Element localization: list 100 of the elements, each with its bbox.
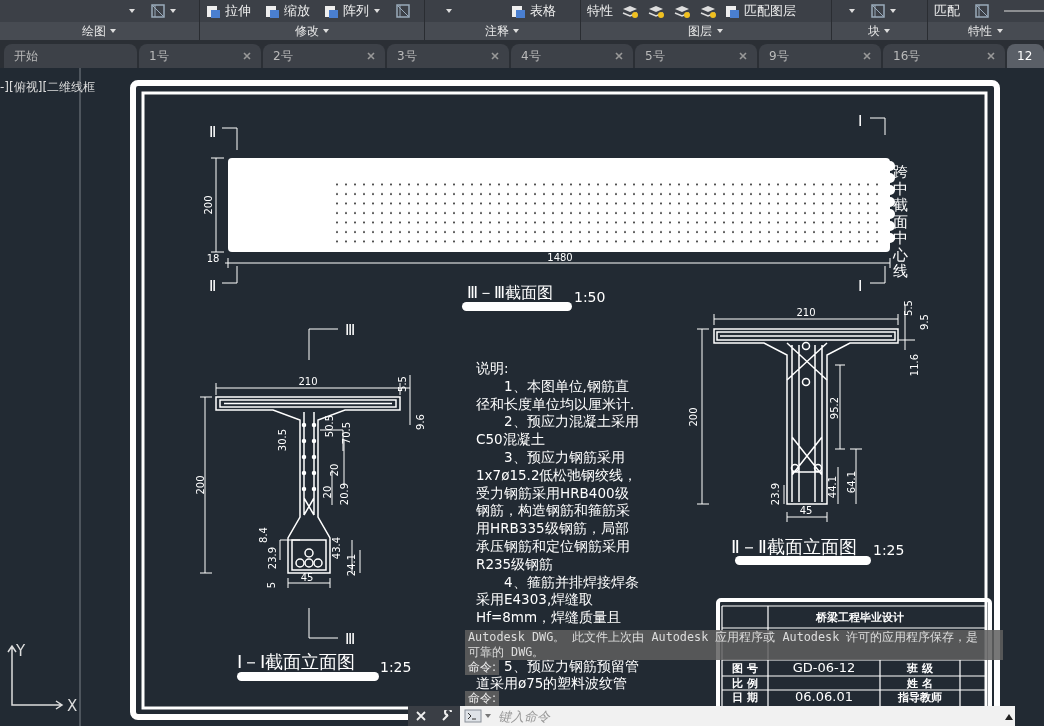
- viewport-label[interactable]: -][俯视][二维线框: [0, 78, 96, 96]
- dimension-label: 9.6: [415, 414, 426, 430]
- tool-button[interactable]: 匹配: [934, 1, 960, 21]
- caret-icon: [109, 27, 118, 35]
- layer-icon: [621, 3, 639, 19]
- notes-line: 2、预应力混凝土采用: [504, 413, 639, 432]
- document-tab[interactable]: 开始: [4, 44, 137, 68]
- notes-line: 5、预应力钢筋预留管: [504, 658, 639, 675]
- frame-icon: [869, 3, 886, 19]
- scale-label: 1:25: [380, 659, 412, 675]
- dimension-label: 50.5: [324, 414, 335, 438]
- document-tab[interactable]: 4号: [511, 44, 633, 68]
- notes-line: 受力钢筋采用HRB400级: [476, 484, 630, 503]
- command-input-field[interactable]: 键入命令: [494, 706, 1015, 726]
- panel-title[interactable]: 修改: [294, 22, 319, 40]
- drawing-title: Ⅲ－Ⅲ截面图: [467, 284, 553, 301]
- tool-icon: [511, 3, 527, 19]
- title-block-label: 图 号: [732, 662, 758, 675]
- dimension-label: 24.1: [346, 553, 357, 577]
- notes-line: R235级钢筋: [476, 555, 555, 574]
- caret-icon: [883, 27, 891, 35]
- frame-icon: [974, 3, 990, 19]
- dimension-label: 5.5: [903, 300, 914, 316]
- axis-label: X: [67, 697, 78, 715]
- dimension-label: 210: [796, 307, 816, 318]
- dimension-label: 18: [206, 253, 220, 264]
- caret-icon: [373, 7, 382, 15]
- section-mark: Ⅰ: [858, 113, 862, 129]
- tool-button[interactable]: 拉伸: [206, 1, 252, 21]
- panel-title[interactable]: 绘图: [82, 22, 106, 40]
- dimension-label: 200: [195, 475, 206, 495]
- prompt-icon: [464, 709, 482, 723]
- command-prompt: 命令:: [465, 691, 500, 706]
- axis-label: Y: [16, 642, 26, 660]
- notes-line: 道采用ø75的塑料波纹管: [476, 675, 629, 692]
- caret-icon: [847, 7, 856, 15]
- dimension-label: 44.1: [827, 475, 838, 499]
- notes-line: 径和长度单位均以厘米计.: [476, 395, 636, 414]
- dimension-label: 23.9: [267, 546, 278, 570]
- title-block-heading: 桥梁工程毕业设计: [816, 611, 904, 624]
- panel-title[interactable]: 注释: [485, 22, 510, 40]
- prompt-selector-button[interactable]: [460, 706, 494, 726]
- dimension-label: 200: [688, 407, 699, 427]
- layer-icon: [699, 3, 717, 19]
- tool-button[interactable]: 匹配图层: [725, 1, 796, 21]
- title-block-label: 姓 名: [907, 676, 933, 690]
- dimension-label: 5.5: [397, 376, 408, 392]
- title-block-label: 班 级: [907, 662, 933, 675]
- notes-line: 3、预应力钢筋采用: [504, 449, 626, 467]
- scroll-up-icon: [1004, 713, 1014, 721]
- scale-label: 1:50: [574, 289, 606, 305]
- section-mark: Ⅱ: [208, 278, 216, 294]
- title-block-label: 日 期: [732, 691, 758, 704]
- layer-icon: [673, 3, 691, 19]
- dimension-label: 45: [300, 572, 314, 583]
- notes-line: 4、箍筋并排焊接焊条: [504, 573, 639, 592]
- caret-icon: [484, 712, 492, 720]
- dimension-label: 20: [329, 463, 340, 477]
- notes-line: 钢筋，构造钢筋和箍筋采: [476, 502, 631, 521]
- close-icon: [415, 711, 426, 721]
- dimension-label: 11.6: [909, 353, 920, 377]
- document-tab[interactable]: 9号: [759, 44, 881, 68]
- document-tab[interactable]: 12: [1007, 44, 1044, 68]
- notes-line: 用HRB335级钢筋，局部: [476, 520, 630, 538]
- tool-button[interactable]: 缩放: [265, 1, 311, 21]
- dimension-label: 70.5: [341, 421, 352, 445]
- command-prompt: 命令:: [465, 660, 500, 675]
- tool-button[interactable]: 特性: [587, 1, 613, 21]
- document-tab[interactable]: 5号: [635, 44, 757, 68]
- caret-icon: [321, 27, 330, 35]
- wrench-icon: [440, 710, 453, 722]
- scale-label: 1:25: [873, 542, 905, 558]
- document-tab[interactable]: 3号: [387, 44, 509, 68]
- caret-icon: [169, 7, 178, 15]
- section-mark: Ⅲ: [345, 322, 355, 338]
- dimension-label: 5: [266, 581, 277, 589]
- dimension-label: 95.2: [829, 396, 840, 420]
- section-mark: Ⅱ: [208, 124, 216, 140]
- dimension-label: 8.4: [258, 527, 269, 543]
- notes-line: 采用E4303,焊缝取: [476, 591, 595, 610]
- dimension-label: 64.1: [846, 470, 857, 494]
- panel-title[interactable]: 块: [867, 22, 880, 40]
- document-tab[interactable]: 1号: [139, 44, 261, 68]
- tool-button[interactable]: 阵列: [324, 1, 382, 21]
- tool-icon: [265, 3, 281, 19]
- title-block-value: 06.06.01: [795, 689, 853, 704]
- tool-button[interactable]: 表格: [511, 1, 557, 21]
- notes-line: 1x7ø15.2低松弛钢绞线，: [476, 466, 639, 485]
- command-history-line: Autodesk DWG。 此文件上次由 Autodesk 应用程序或 Autodesk 许可的应用程序保存，是: [468, 630, 980, 645]
- title-block-label: 指导教师: [898, 691, 942, 704]
- caret-icon: [889, 7, 898, 15]
- notes-line: Hf=8mm，焊缝质量且: [476, 609, 623, 627]
- caret-icon: [512, 27, 521, 35]
- panel-title[interactable]: 图层: [688, 22, 713, 40]
- notes-heading: 说明:: [476, 360, 510, 378]
- document-tab[interactable]: 16号: [883, 44, 1005, 68]
- title-block-value: GD-06-12: [792, 660, 856, 675]
- drawing-title: Ⅱ－Ⅱ截面立面图: [731, 537, 857, 557]
- dimension-label: 30.5: [277, 428, 288, 452]
- document-tab[interactable]: 2号: [263, 44, 385, 68]
